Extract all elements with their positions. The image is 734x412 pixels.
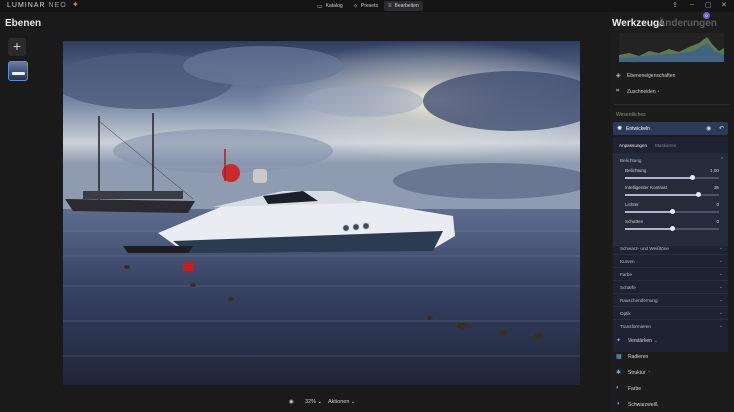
slider-knob[interactable] [690,175,696,180]
photo-canvas[interactable] [63,41,580,385]
reset-icon[interactable]: ↶ [719,125,724,132]
develop-tool-header[interactable]: ✺ Entwickeln ◉ ↶ [613,122,728,135]
nav-presets[interactable]: ✧ Presets [349,1,382,11]
nav-katalog[interactable]: ▭ Katalog [313,1,347,11]
color-icon: ◐ [616,385,620,391]
slider-knob[interactable] [695,192,701,197]
chevron-down-icon: ⌄ [719,271,724,277]
section-schaerfe[interactable]: Schärfe ⌄ [613,280,728,293]
tool-radieren[interactable]: ▦ Radieren [616,353,648,361]
section-kurven[interactable]: Kurven ⌄ [613,254,728,267]
top-bar: LUMINAR NEO ✦ ▭ Katalog ✧ Presets ≡ Bearbei… [0,0,734,12]
chevron-down-icon: ⌄ [719,245,724,251]
app-window: LUMINAR NEO ✦ ▭ Katalog ✧ Presets ≡ Bearbei… [0,0,734,412]
minimize-icon[interactable]: – [690,1,694,8]
exposure-header[interactable]: Belichtung [620,158,641,163]
sliders-icon: ≡ [388,3,392,9]
slider-knob[interactable] [669,209,675,214]
subtab-masking[interactable]: Maskieren [655,143,676,148]
add-layer-button[interactable]: + [8,38,26,56]
chevron-down-icon: ⌄ [719,323,724,329]
section-transformieren[interactable]: Transformieren ⌄ [613,319,728,332]
tool-verstaerken[interactable]: ✦ Verstärken ⌄ [616,337,658,345]
tool-schwarzweiss[interactable]: ◑ Schwarzweiß [616,401,658,408]
erase-icon: ▦ [616,354,622,360]
changes-badge: 0 [703,12,710,19]
exposure-section: Belichtung ⌃ Belichtung 1,00 Intelligent… [613,153,728,246]
chevron-up-icon[interactable]: ⌃ [720,157,724,163]
folder-icon: ▭ [317,3,323,10]
tools-panel: Werkzeuge Änderungen 0 ◈ Ebeneneigenschaf… [610,12,734,412]
presets-icon: ✧ [353,3,359,10]
slider-schatten[interactable]: Schatten 0 [625,219,723,233]
enhance-icon: ✦ [616,338,622,344]
actions-dropdown[interactable]: Aktionen ⌄ [328,399,356,405]
bw-icon: ◑ [616,401,620,407]
histogram [619,33,724,62]
section-schwarz-weisstoene[interactable]: Schwarz- und Weißtöne ⌄ [613,241,728,254]
slider-intelligenter-kontrast[interactable]: Intelligenter Kontrast 35 [625,185,723,199]
slider-knob[interactable] [669,226,675,231]
tool-struktur[interactable]: ✱ Struktur ⌃ [616,369,652,377]
divider [614,104,730,105]
share-icon[interactable]: ⇪ [672,1,678,9]
chevron-down-icon: ⌄ [719,310,724,316]
visibility-eye-icon[interactable]: ◉ [706,125,711,132]
layer-properties-row[interactable]: ◈ Ebeneneigenschaften [616,72,675,80]
close-icon[interactable]: ✕ [721,1,727,9]
maximize-icon[interactable]: ▢ [705,1,712,9]
section-farbe[interactable]: Farbe ⌄ [613,267,728,280]
structure-icon: ✱ [616,370,622,376]
section-essentials: Wesentliches [616,112,646,118]
slider-lichter[interactable]: Lichter 0 [625,202,723,216]
tab-werkzeuge[interactable]: Werkzeuge [612,18,665,29]
star-icon[interactable]: ✦ [72,0,79,9]
crop-indicator-icon: • [657,88,660,95]
nav-bearbeiten[interactable]: ≡ Bearbeiten [384,1,423,11]
bottom-bar: ◉ 32% ⌄ Aktionen ⌄ [0,395,610,412]
slider-belichtung[interactable]: Belichtung 1,00 [625,168,723,182]
subtab-adjustments[interactable]: Anpassungen [619,143,647,148]
crop-icon: ⌗ [616,88,620,94]
tab-aenderungen[interactable]: Änderungen [658,18,717,29]
chevron-down-icon: ⌄ [719,297,724,303]
tool-farbe[interactable]: ◐ Farbe [616,385,641,392]
eye-icon[interactable]: ◉ [289,399,294,405]
zoom-dropdown[interactable]: 32% ⌄ [305,399,322,405]
app-logo: LUMINAR NEO [7,2,67,9]
section-optik[interactable]: Optik ⌄ [613,306,728,319]
chevron-icon: ⌄ [653,337,658,343]
section-rauschentfernung[interactable]: Rauschentfernung ⌄ [613,293,728,306]
chevron-down-icon: ⌄ [719,258,724,264]
yacht-photo [63,41,580,385]
layers-stack-icon: ◈ [616,73,621,79]
layers-title: Ebenen [5,18,42,29]
crop-row[interactable]: ⌗ Zuschneiden • [616,88,659,95]
layer-thumbnail[interactable] [8,61,28,81]
chevron-down-icon: ⌄ [719,284,724,290]
chevron-icon: ⌃ [647,369,652,375]
sun-icon: ✺ [617,126,623,132]
